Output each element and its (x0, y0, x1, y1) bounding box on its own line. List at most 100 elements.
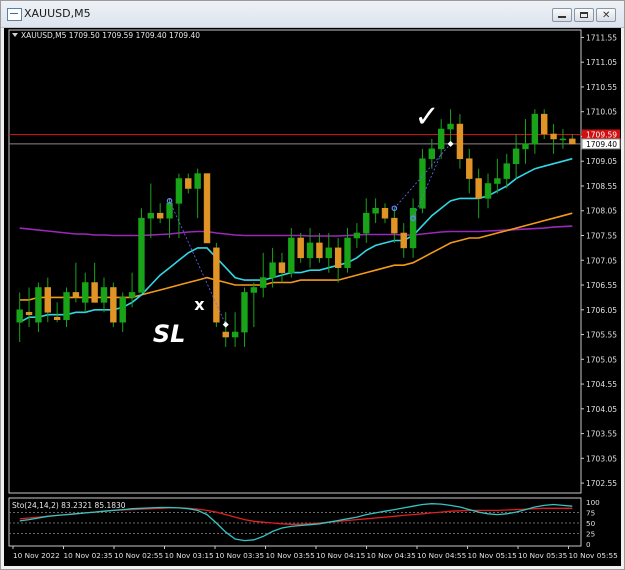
bear-candle (381, 207, 389, 219)
bear-candle (334, 247, 342, 268)
stochastic-level-label: 0 (586, 540, 591, 549)
window-title: XAUUSD,M5 (24, 7, 91, 20)
y-tick-label: 1708.05 (586, 207, 617, 216)
bear-candle (391, 217, 398, 234)
bull-candle (531, 113, 539, 145)
x-tick-label: 10 Nov 2022 (13, 551, 60, 560)
bull-candle (194, 173, 201, 189)
bull-candle (306, 242, 314, 259)
minimize-button[interactable] (552, 8, 572, 22)
stochastic-level-label: 50 (586, 519, 596, 528)
bull-candle (447, 123, 454, 130)
bear-candle (297, 237, 304, 259)
bear-candle (541, 113, 548, 135)
bear-candle (53, 316, 61, 320)
title-bar[interactable]: XAUUSD,M5 ✕ (1, 1, 624, 28)
restore-button[interactable] (574, 8, 594, 22)
x-tick-label: 10 Nov 02:55 (114, 551, 163, 560)
bull-candle (512, 148, 520, 165)
y-tick-label: 1704.55 (586, 380, 617, 389)
bull-candle (16, 309, 23, 323)
x-tick-label: 10 Nov 02:35 (64, 551, 113, 560)
chart-window-icon (7, 8, 22, 21)
bull-candle (559, 138, 567, 141)
bear-candle (456, 123, 464, 160)
y-tick-label: 1710.55 (586, 83, 617, 92)
bull-candle (372, 207, 379, 214)
bear-candle (278, 262, 286, 273)
bear-candle (44, 287, 51, 313)
restore-icon (580, 12, 588, 18)
minimize-icon (558, 16, 566, 18)
bear-candle (550, 133, 557, 140)
y-tick-label: 1707.05 (586, 256, 617, 265)
bear-candle (475, 178, 482, 199)
bull-candle (428, 148, 436, 160)
close-button[interactable]: ✕ (596, 8, 616, 22)
y-tick-label: 1706.05 (586, 306, 617, 315)
bear-candle (72, 292, 80, 298)
bull-candle (241, 292, 248, 333)
y-tick-label: 1706.55 (586, 281, 617, 290)
x-tick-label: 10 Nov 03:15 (165, 551, 214, 560)
bear-candle (400, 232, 407, 249)
x-tick-label: 10 Nov 05:55 (569, 551, 618, 560)
y-tick-label: 1703.05 (586, 454, 617, 463)
current-price-box-label: 1709.40 (586, 140, 617, 149)
x-tick-label: 10 Nov 05:15 (468, 551, 517, 560)
bear-candle (156, 212, 164, 219)
x-tick-label: 10 Nov 04:35 (367, 551, 416, 560)
bear-candle (203, 173, 211, 244)
red-price-box-label: 1709.59 (586, 130, 617, 139)
y-tick-label: 1711.05 (586, 58, 617, 67)
sl-annotation: SL (153, 320, 186, 348)
y-tick-label: 1703.55 (586, 430, 617, 439)
y-tick-label: 1705.55 (586, 331, 617, 340)
symbol-info-label: XAUUSD,M5 1709.50 1709.59 1709.40 1709.4… (21, 31, 200, 40)
y-tick-label: 1704.05 (586, 405, 617, 414)
stochastic-label: Sto(24,14,2) 83.2321 85.1830 (12, 501, 126, 510)
x-tick-label: 10 Nov 04:55 (417, 551, 466, 560)
info-label-group: XAUUSD,M5 1709.50 1709.59 1709.40 1709.4… (12, 31, 200, 40)
bull-candle (250, 287, 258, 293)
stochastic-level-label: 100 (586, 498, 600, 507)
price-chart[interactable]: 1711.551711.051710.551710.051709.551709.… (4, 28, 621, 566)
bear-candle (110, 287, 117, 323)
bull-candle (503, 163, 510, 179)
y-tick-label: 1708.55 (586, 182, 617, 191)
bull-candle (353, 232, 361, 239)
bull-candle (419, 158, 426, 209)
x-tick-label: 10 Nov 03:35 (215, 551, 264, 560)
bull-candle (325, 247, 332, 259)
bull-candle (82, 282, 89, 303)
bull-candle (35, 287, 42, 323)
x-tick-label: 10 Nov 04:15 (316, 551, 365, 560)
bear-candle (466, 158, 473, 179)
y-tick-label: 1710.05 (586, 108, 617, 117)
bull-candle (175, 178, 183, 204)
x-tick-label: 10 Nov 03:55 (266, 551, 315, 560)
chart-window: XAUUSD,M5 ✕ 1711.55 1711.05 1710.55 1710.05… (0, 0, 625, 570)
close-icon: ✕ (602, 10, 611, 21)
bull-candle (128, 292, 136, 298)
bull-candle (63, 292, 70, 320)
bull-candle (119, 297, 126, 323)
y-tick-label: 1709.05 (586, 157, 617, 166)
bull-candle (288, 237, 295, 273)
bull-candle (494, 178, 501, 184)
bull-candle (363, 212, 370, 234)
bull-candle (484, 183, 492, 199)
x-tick-label: 10 Nov 05:35 (518, 551, 567, 560)
stochastic-level-label: 25 (586, 530, 595, 539)
bull-candle (344, 237, 351, 268)
bear-candle (185, 178, 192, 189)
bull-candle (100, 287, 108, 303)
y-tick-label: 1711.55 (586, 33, 617, 42)
bear-candle (222, 331, 229, 338)
bull-candle (260, 277, 267, 288)
y-tick-label: 1702.55 (586, 479, 617, 488)
y-tick-label: 1707.55 (586, 232, 617, 241)
bear-candle (25, 311, 33, 316)
x-annotation: x (194, 295, 205, 314)
chart-area[interactable]: 1711.551711.051710.551710.051709.551709.… (4, 28, 621, 566)
